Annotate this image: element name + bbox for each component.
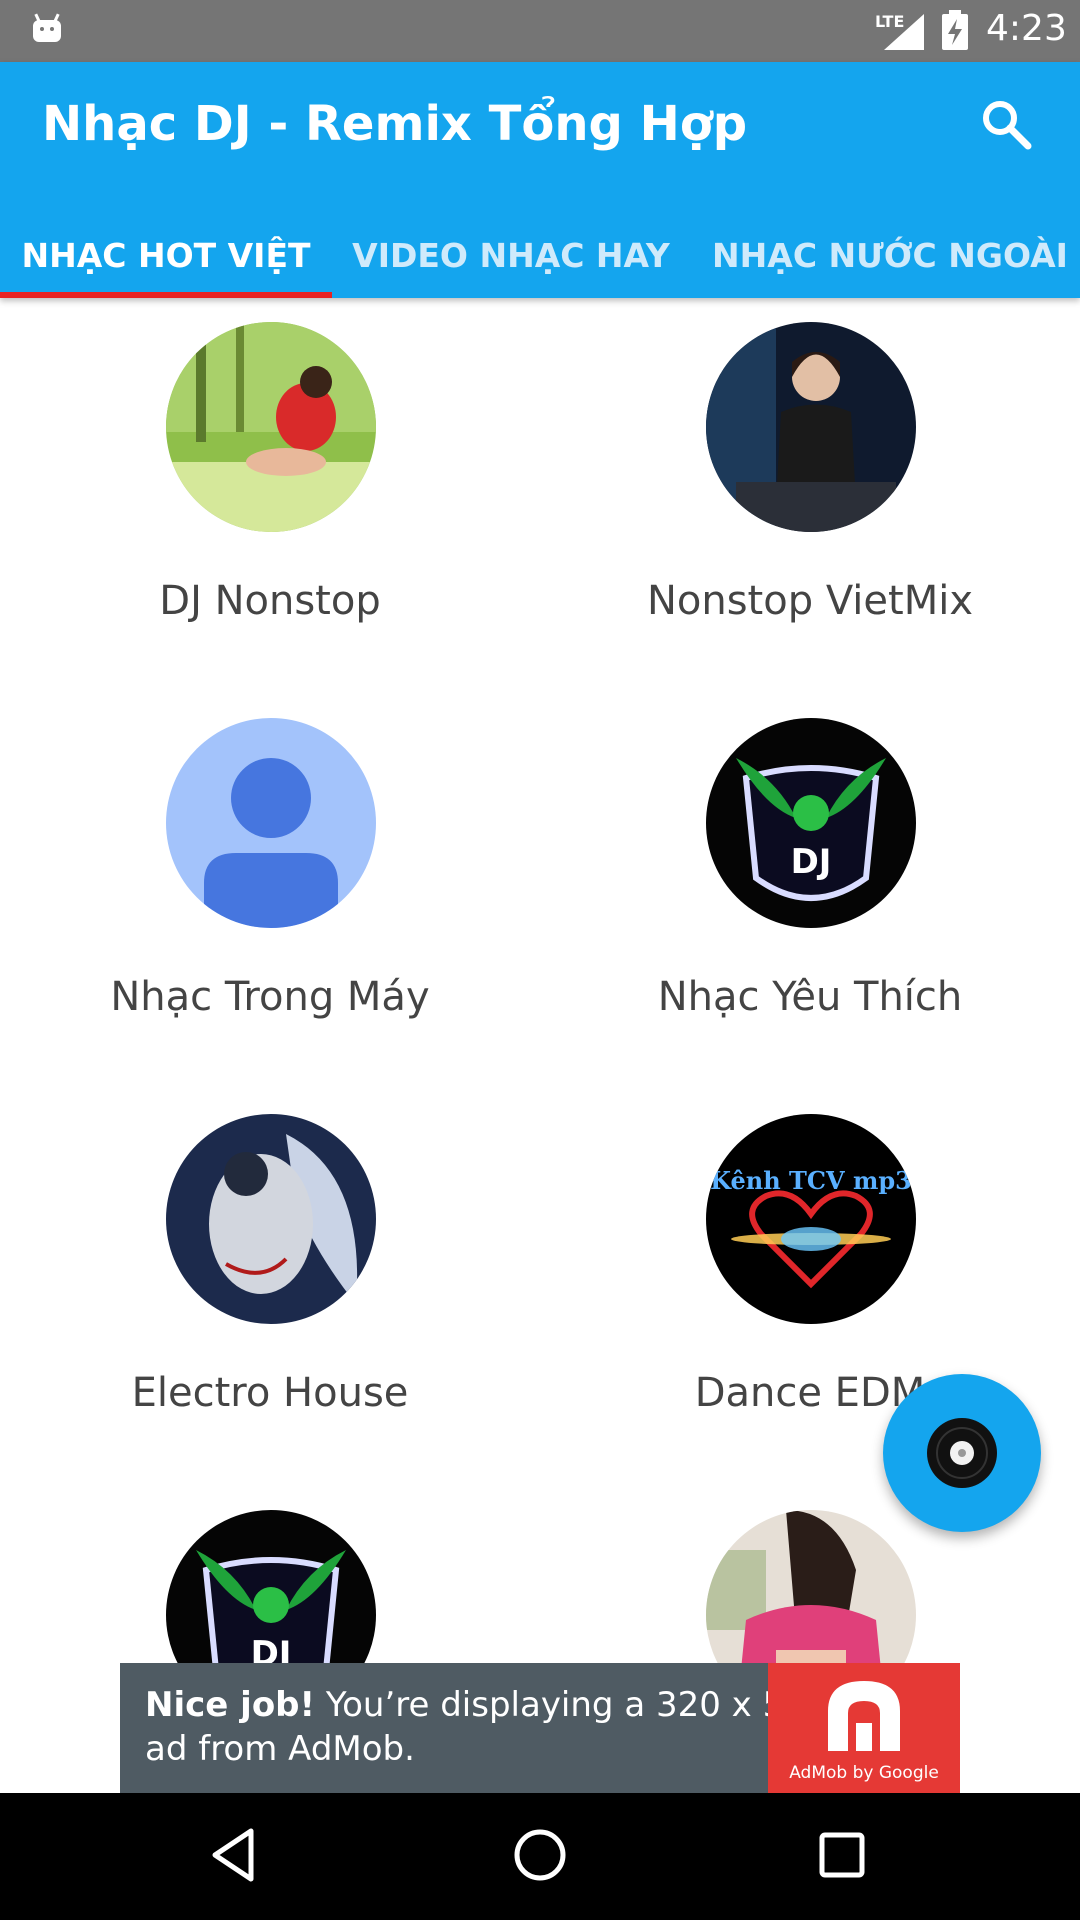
clock: 4:23 [986,8,1067,49]
now-playing-fab[interactable] [883,1374,1041,1532]
girl-pink-shirt-photo [706,1510,916,1663]
ad-bold-text: Nice job! [145,1685,316,1725]
admob-banner[interactable]: Nice job! You’re displaying a 320 x 50 t… [120,1663,960,1793]
grid-item-label: Electro House [131,1370,409,1416]
dj-records-logo: DJ [166,1510,376,1663]
dj-girl-photo [706,322,916,532]
admob-icon [828,1681,900,1751]
person-placeholder-icon [166,718,376,928]
grid-item-label: Nonstop VietMix [646,578,974,624]
tab-video-nhac-hay[interactable]: VIDEO NHẠC HAY [332,212,690,298]
grid-item-nhac-trong-may[interactable]: Nhạc Trong Máy [0,694,540,1090]
navigation-bar [0,1793,1080,1920]
back-icon[interactable] [205,1823,269,1887]
grid-item-dj-records[interactable]: DJ [0,1486,540,1663]
grid-item-nonstop-vietmix[interactable]: Nonstop VietMix [540,298,1080,694]
svg-text:DJ: DJ [251,1634,292,1663]
admob-logo: AdMob by Google [768,1663,960,1793]
grid-item-label: Nhạc Trong Máy [110,974,430,1020]
signal-icon [884,14,924,50]
tab-nhac-nuoc-ngoai[interactable]: NHẠC NƯỚC NGOÀI [690,212,1080,298]
search-icon[interactable] [978,96,1034,152]
svg-text:Kênh TCV mp3: Kênh TCV mp3 [710,1166,912,1195]
recents-icon[interactable] [810,1823,874,1887]
dj-records-logo: DJ [706,718,916,928]
grid-item-nhac-yeu-thich[interactable]: DJ Nhạc Yêu Thích [540,694,1080,1090]
battery-charging-icon [942,10,968,50]
app-title: Nhạc DJ - Remix Tổng Hợp [42,96,748,152]
kenh-tcv-heart-logo: Kênh TCV mp3 [706,1114,916,1324]
svg-text:DJ: DJ [791,842,832,882]
app-bar: Nhạc DJ - Remix Tổng Hợp NHẠC HOT VIỆT V… [0,62,1080,298]
angel-man-photo [166,1114,376,1324]
grid-item-label: DJ Nonstop [159,578,381,624]
grid-item-dj-nonstop[interactable]: DJ Nonstop [0,298,540,694]
home-icon[interactable] [508,1823,572,1887]
admob-caption: AdMob by Google [789,1763,939,1783]
tab-bar: NHẠC HOT VIỆT VIDEO NHẠC HAY NHẠC NƯỚC N… [0,212,1080,298]
tab-nhac-hot-viet[interactable]: NHẠC HOT VIỆT [0,212,332,298]
girl-in-grass-photo [166,322,376,532]
grid-item-label: Nhạc Yêu Thích [657,974,963,1020]
status-bar: LTE 4:23 [0,0,1080,62]
vinyl-disc-icon [927,1418,997,1488]
grid-item-electro-house[interactable]: Electro House [0,1090,540,1486]
android-icon [33,13,61,42]
